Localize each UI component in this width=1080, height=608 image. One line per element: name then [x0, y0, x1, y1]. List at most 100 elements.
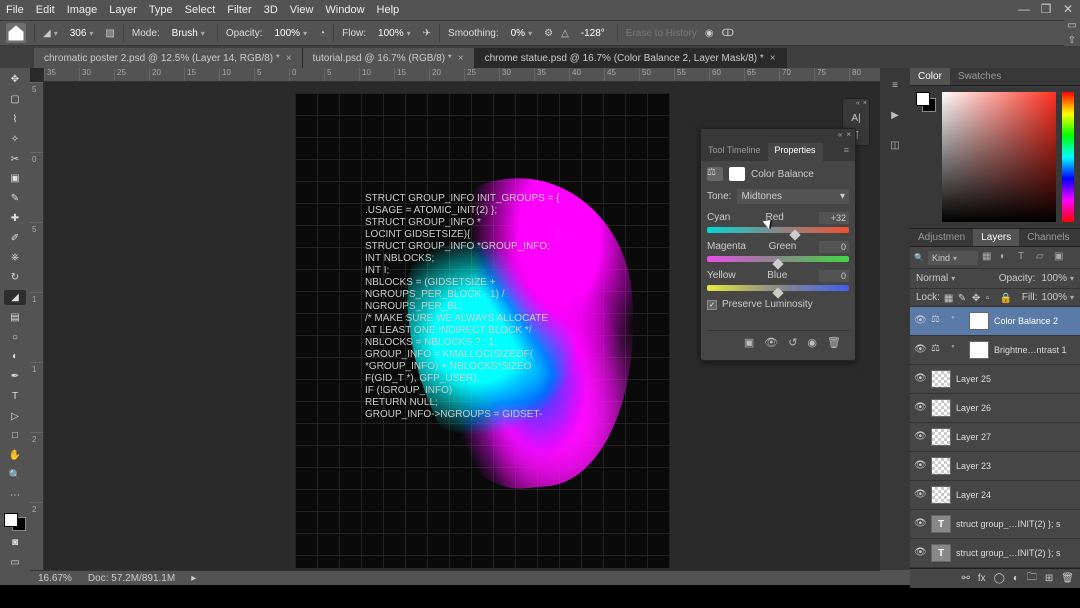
layer-name[interactable]: Layer 26: [956, 403, 991, 413]
mask-thumb-icon[interactable]: [729, 167, 745, 181]
filter-smart-icon[interactable]: ▣: [1054, 251, 1068, 265]
visibility-icon[interactable]: 👁: [914, 373, 926, 385]
filter-adjust-icon[interactable]: ◐: [1000, 251, 1014, 265]
blend-mode[interactable]: Normal: [916, 273, 993, 284]
brush-settings-icon[interactable]: ▨: [105, 28, 114, 39]
gradient-tool[interactable]: ▤: [4, 309, 26, 325]
healing-tool[interactable]: ✚: [4, 210, 26, 226]
tone-select[interactable]: Midtones▾: [737, 189, 849, 204]
visibility-icon[interactable]: 👁: [914, 547, 926, 559]
smoothing-value[interactable]: 0%: [507, 27, 536, 40]
path-select-tool[interactable]: ▷: [4, 408, 26, 424]
color-swatch[interactable]: [4, 513, 26, 530]
close-icon[interactable]: ×: [846, 130, 851, 142]
eraser-tool[interactable]: ◢: [4, 290, 26, 306]
brush-size[interactable]: 306: [66, 27, 98, 40]
visibility-icon[interactable]: 👁: [914, 431, 926, 443]
menu-filter[interactable]: Filter: [227, 4, 251, 16]
lasso-tool[interactable]: ⌇: [4, 112, 26, 128]
zoom-tool[interactable]: 🔍: [4, 468, 26, 484]
lock-all-icon[interactable]: 🔒: [1000, 293, 1010, 303]
layer-thumb[interactable]: [931, 428, 951, 446]
visibility-icon[interactable]: 👁: [914, 489, 926, 501]
mask-thumb[interactable]: [969, 312, 989, 330]
quick-mask-icon[interactable]: ◙: [4, 535, 26, 551]
actions-panel-icon[interactable]: ▶: [886, 106, 904, 124]
color-balance-slider[interactable]: [707, 285, 849, 291]
tab-tool-timeline[interactable]: Tool Timeline: [701, 143, 768, 161]
tab-color[interactable]: Color: [910, 68, 950, 85]
lock-nest-icon[interactable]: ▫: [986, 293, 996, 303]
minimize-icon[interactable]: —: [1018, 3, 1030, 15]
collapse-icon[interactable]: «: [856, 100, 860, 108]
maximize-icon[interactable]: ❐: [1040, 3, 1052, 15]
mode-select[interactable]: Brush: [168, 27, 209, 40]
marquee-tool[interactable]: ▢: [4, 92, 26, 108]
visibility-icon[interactable]: 👁: [914, 518, 926, 530]
layer-row[interactable]: 👁⚖⚬Brightne…ntrast 1: [910, 336, 1080, 365]
add-mask-icon[interactable]: ◯: [994, 573, 1005, 584]
layer-name[interactable]: struct group_…INIT(2) }; s: [956, 519, 1061, 529]
layer-row[interactable]: 👁Layer 25: [910, 365, 1080, 394]
tablet-pressure-icon[interactable]: ◉: [705, 28, 714, 39]
flow-value[interactable]: 100%: [374, 27, 415, 40]
menu-3d[interactable]: 3D: [264, 4, 278, 16]
close-icon[interactable]: ✕: [1062, 3, 1074, 15]
new-layer-icon[interactable]: ⊞: [1045, 573, 1053, 584]
brush-tool[interactable]: ✐: [4, 230, 26, 246]
stamp-tool[interactable]: ⎈: [4, 250, 26, 266]
layer-name[interactable]: Color Balance 2: [994, 316, 1058, 326]
visibility-icon[interactable]: 👁: [914, 315, 926, 327]
close-icon[interactable]: ×: [863, 100, 867, 108]
visibility-icon[interactable]: 👁: [914, 460, 926, 472]
tab-swatches[interactable]: Swatches: [950, 68, 1009, 85]
tab-properties[interactable]: Properties: [768, 143, 823, 161]
layer-name[interactable]: Layer 23: [956, 461, 991, 471]
lock-trans-icon[interactable]: ▦: [944, 293, 954, 303]
layer-name[interactable]: Layer 27: [956, 432, 991, 442]
layer-thumb[interactable]: [931, 370, 951, 388]
menu-edit[interactable]: Edit: [36, 4, 55, 16]
opacity-value[interactable]: 100%: [271, 27, 312, 40]
history-brush-tool[interactable]: ↻: [4, 270, 26, 286]
doc-tab-0[interactable]: chromatic poster 2.psd @ 12.5% (Layer 14…: [34, 48, 303, 68]
layer-row[interactable]: 👁Tstruct group_…INIT(2) }; s: [910, 510, 1080, 539]
color-balance-slider[interactable]: [707, 256, 849, 262]
zoom-level[interactable]: 16.67%: [38, 573, 72, 584]
symmetry-icon[interactable]: ↀ: [722, 28, 734, 39]
eraser-tool-icon[interactable]: ◢: [43, 28, 58, 39]
history-panel-icon[interactable]: ≡: [886, 76, 904, 94]
shape-tool[interactable]: □: [4, 428, 26, 444]
layer-row[interactable]: 👁Layer 26: [910, 394, 1080, 423]
filter-shape-icon[interactable]: ▱: [1036, 251, 1050, 265]
view-previous-icon[interactable]: 👁: [764, 336, 778, 349]
layer-row[interactable]: 👁Layer 24: [910, 481, 1080, 510]
share-icon[interactable]: ⇧: [1068, 35, 1076, 46]
layer-fx-icon[interactable]: fx: [978, 573, 986, 584]
close-tab-icon[interactable]: ×: [458, 53, 464, 64]
tab-adjustments[interactable]: Adjustmen: [910, 229, 973, 246]
menu-window[interactable]: Window: [325, 4, 364, 16]
new-adjustment-icon[interactable]: ◐: [1013, 573, 1019, 584]
link-layers-icon[interactable]: ⚯: [961, 573, 969, 584]
angle-icon[interactable]: △: [561, 28, 569, 39]
angle-value[interactable]: -128°: [577, 27, 609, 40]
filter-type-icon[interactable]: T: [1018, 251, 1032, 265]
menu-help[interactable]: Help: [377, 4, 400, 16]
pen-tool[interactable]: ✒: [4, 369, 26, 385]
lock-paint-icon[interactable]: ✎: [958, 293, 968, 303]
layer-name[interactable]: Brightne…ntrast 1: [994, 345, 1067, 355]
visibility-icon[interactable]: 👁: [914, 344, 926, 356]
screen-mode-icon[interactable]: ▭: [4, 554, 26, 570]
filter-pixel-icon[interactable]: ▦: [982, 251, 996, 265]
delete-adjustment-icon[interactable]: 🗑: [827, 336, 841, 349]
home-icon[interactable]: [6, 23, 26, 43]
edit-toolbar-icon[interactable]: ⋯: [4, 487, 26, 503]
slider-value[interactable]: +32: [819, 212, 849, 224]
3d-panel-icon[interactable]: ◫: [886, 136, 904, 154]
menu-select[interactable]: Select: [185, 4, 216, 16]
status-chevron-icon[interactable]: ▸: [191, 573, 196, 584]
move-tool[interactable]: ✥: [4, 72, 26, 88]
doc-size[interactable]: Doc: 57.2M/891.1M: [88, 573, 175, 584]
filter-kind-label[interactable]: 🔍: [914, 253, 924, 262]
